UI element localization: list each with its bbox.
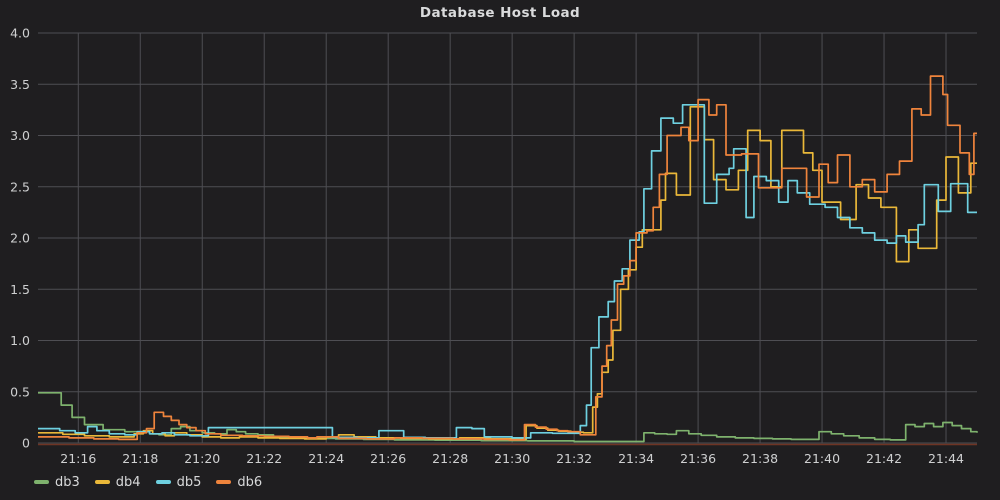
series-line-db6 bbox=[38, 76, 977, 440]
x-tick-label: 21:40 bbox=[804, 451, 840, 466]
legend-label-db5: db5 bbox=[177, 476, 202, 489]
legend-item-db6[interactable]: db6 bbox=[216, 476, 262, 489]
series-line-db4 bbox=[38, 107, 977, 440]
legend-swatch-db4 bbox=[95, 480, 110, 484]
y-tick-label: 1.0 bbox=[10, 333, 30, 348]
legend-item-db3[interactable]: db3 bbox=[34, 476, 80, 489]
x-tick-label: 21:30 bbox=[494, 451, 530, 466]
y-tick-label: 2.0 bbox=[10, 231, 30, 246]
x-tick-label: 21:34 bbox=[618, 451, 654, 466]
y-tick-label: 0 bbox=[22, 436, 30, 451]
x-tick-label: 21:28 bbox=[432, 451, 468, 466]
legend-label-db6: db6 bbox=[237, 476, 262, 489]
y-tick-label: 2.5 bbox=[10, 179, 30, 194]
plot-area: 4.0 3.5 3.0 2.5 2.0 1.5 1.0 0.5 0 21:16 21:18 21:20… bbox=[0, 0, 1000, 500]
y-tick-label: 1.5 bbox=[10, 282, 30, 297]
x-tick-label: 21:16 bbox=[60, 451, 96, 466]
legend-label-db4: db4 bbox=[116, 476, 141, 489]
x-tick-label: 21:20 bbox=[184, 451, 220, 466]
chart-panel: Database Host Load 4.03.53.02.52.01.51.0… bbox=[0, 0, 1000, 500]
y-tick-label: 3.0 bbox=[10, 128, 30, 143]
y-tick-label: 0.5 bbox=[10, 384, 30, 399]
x-tick-label: 21:36 bbox=[680, 451, 716, 466]
series-line-db5 bbox=[38, 105, 977, 438]
legend: db3 db4 db5 db6 bbox=[34, 471, 262, 493]
y-tick-label: 3.5 bbox=[10, 77, 30, 92]
legend-item-db5[interactable]: db5 bbox=[156, 476, 202, 489]
x-tick-label: 21:24 bbox=[308, 451, 344, 466]
y-tick-label: 4.0 bbox=[10, 26, 30, 41]
x-tick-label: 21:22 bbox=[246, 451, 282, 466]
legend-item-db4[interactable]: db4 bbox=[95, 476, 141, 489]
legend-label-db3: db3 bbox=[55, 476, 80, 489]
legend-swatch-db5 bbox=[156, 480, 171, 484]
x-tick-label: 21:38 bbox=[742, 451, 778, 466]
legend-swatch-db6 bbox=[216, 480, 231, 484]
legend-swatch-db3 bbox=[34, 480, 49, 484]
x-tick-label: 21:32 bbox=[556, 451, 592, 466]
x-tick-label: 21:42 bbox=[866, 451, 902, 466]
x-tick-label: 21:44 bbox=[928, 451, 964, 466]
x-tick-label: 21:26 bbox=[370, 451, 406, 466]
x-tick-label: 21:18 bbox=[122, 451, 158, 466]
